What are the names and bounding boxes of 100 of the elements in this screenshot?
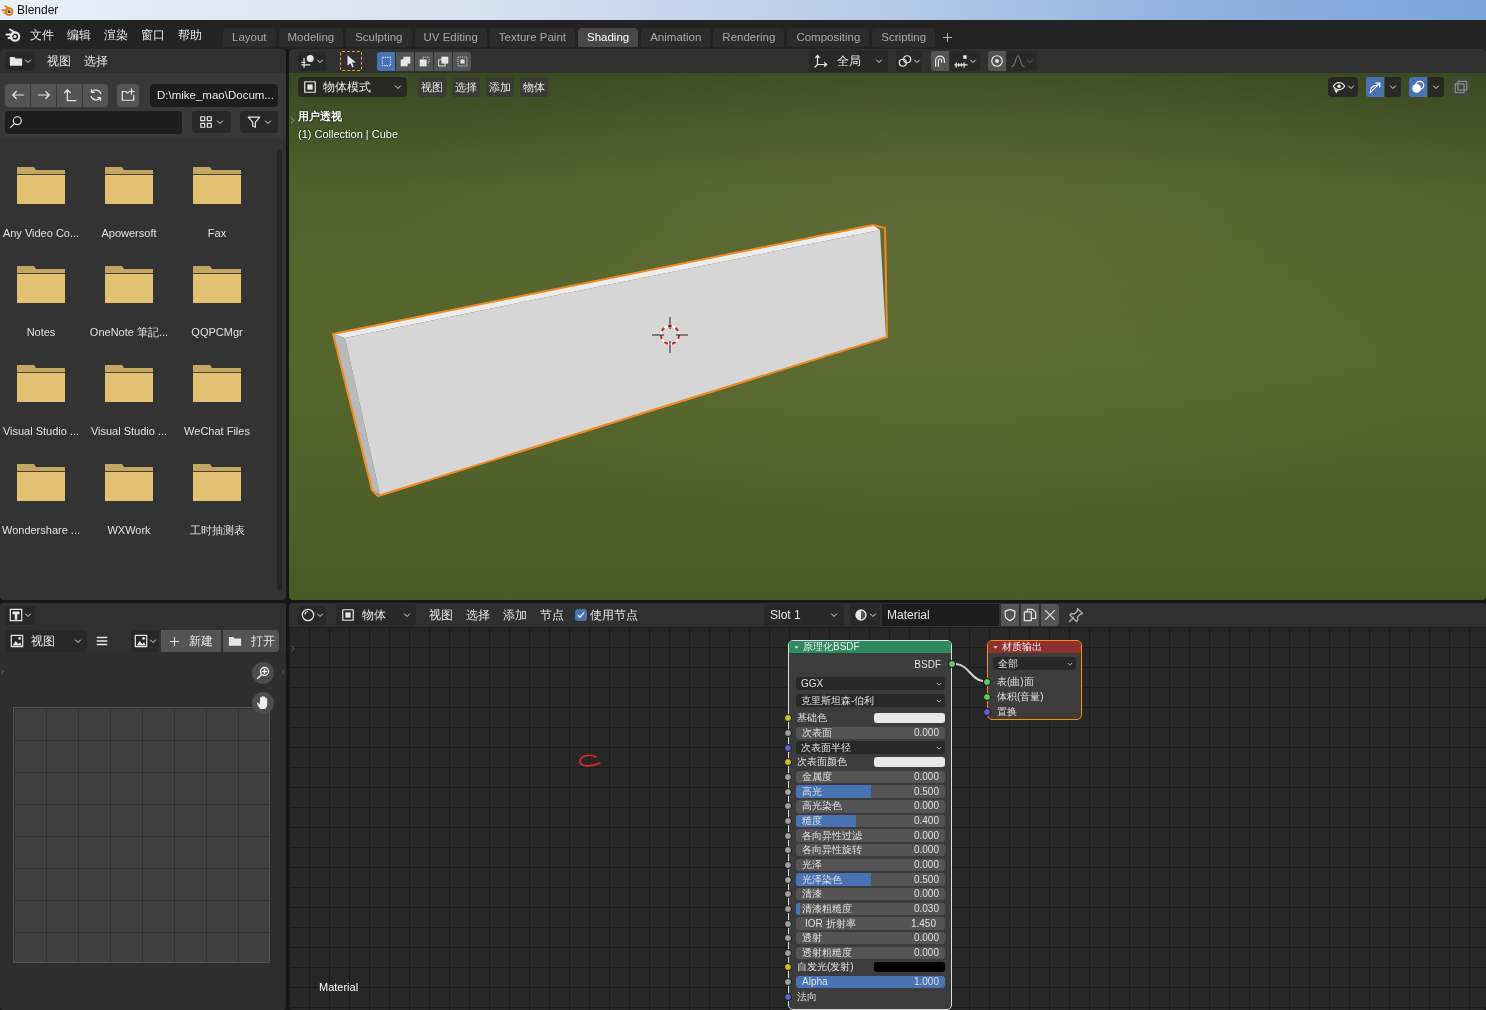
folder-name[interactable]: Apowersoft — [101, 226, 157, 240]
workspace-tab[interactable]: Rendering — [713, 28, 785, 47]
duplicate-button[interactable] — [1021, 604, 1039, 626]
sidebar-toggle-icon[interactable] — [0, 667, 5, 677]
folder-name[interactable]: Wondershare ... — [1, 523, 81, 537]
node-header[interactable]: 材质输出 — [988, 641, 1081, 653]
folder-name[interactable]: QQPCMgr — [191, 325, 243, 339]
workspace-tab[interactable]: Animation — [641, 28, 711, 47]
options-dropdown[interactable] — [1385, 77, 1401, 97]
input-socket-icon[interactable] — [784, 846, 792, 855]
display-mode-dropdown[interactable] — [192, 111, 231, 133]
pin-icon[interactable] — [1068, 607, 1084, 623]
slot-dropdown[interactable]: Slot 1 — [764, 604, 844, 626]
input-socket-icon[interactable] — [784, 787, 792, 796]
workspace-tab[interactable]: Sculpting — [346, 28, 412, 47]
folder-icon[interactable] — [17, 266, 65, 303]
material-browse-dropdown[interactable] — [850, 604, 880, 626]
menu-item[interactable]: 窗口 — [134, 24, 171, 45]
color-swatch-icon[interactable] — [874, 962, 945, 973]
mode-dropdown[interactable]: 物体模式 — [298, 77, 407, 97]
input-socket-icon[interactable] — [784, 802, 792, 811]
sidebar-toggle-icon[interactable] — [281, 667, 286, 677]
slider-field[interactable]: 清漆粗糙度 0.030 — [796, 902, 945, 916]
material-name-field[interactable]: Material — [882, 604, 999, 626]
zoom-in-icon[interactable] — [252, 662, 274, 684]
folder-name[interactable]: Visual Studio ... — [2, 424, 80, 438]
folder-icon[interactable] — [17, 464, 65, 501]
filter-dropdown[interactable] — [240, 111, 278, 133]
folder-name[interactable]: 工时抽测表 — [189, 523, 245, 537]
workspace-tab[interactable]: Shading — [578, 28, 639, 47]
output-socket-icon[interactable] — [948, 660, 956, 668]
slider-field[interactable]: 金属度 0.000 — [796, 770, 945, 784]
slider-field[interactable]: 各向异性旋转 0.000 — [796, 844, 945, 857]
display-toggle[interactable] — [1452, 77, 1470, 97]
editor-type-dropdown[interactable] — [298, 605, 326, 625]
input-socket-icon[interactable] — [784, 816, 792, 825]
hand-icon[interactable] — [252, 692, 274, 714]
slider-field[interactable]: 光泽 0.000 — [796, 858, 945, 872]
folder-name[interactable]: Any Video Co... — [2, 226, 80, 240]
menu-item[interactable]: 添加 — [496, 606, 533, 624]
subsurface-method-dropdown[interactable]: 克里斯坦森-伯利 — [796, 694, 945, 707]
input-socket-icon[interactable] — [784, 948, 792, 957]
workspace-tab[interactable]: Texture Paint — [489, 28, 575, 47]
folder-icon[interactable] — [105, 365, 153, 402]
folder-icon[interactable] — [105, 167, 153, 204]
slider-field[interactable]: 透射 0.000 — [796, 931, 945, 945]
folder-icon[interactable] — [193, 464, 241, 501]
menu-item[interactable]: 文件 — [23, 24, 60, 45]
menu-icon[interactable] — [95, 634, 109, 648]
folder-name[interactable]: WXWork — [107, 523, 151, 537]
slider-field[interactable]: 清漆 0.000 — [796, 887, 945, 901]
slider-field[interactable]: 透射粗糙度 0.000 — [796, 946, 945, 960]
snap-target-dropdown[interactable] — [950, 51, 980, 71]
distribution-dropdown[interactable]: GGX — [796, 677, 945, 690]
checkbox[interactable] — [575, 609, 587, 621]
back-button[interactable] — [5, 83, 30, 107]
number-field[interactable]: IOR 折射率 1.450 — [796, 917, 945, 930]
forward-button[interactable] — [31, 83, 56, 107]
menu-item[interactable]: 视图 — [422, 606, 459, 624]
node-header[interactable]: 原理化BSDF — [789, 641, 951, 653]
proportional-edit-toggle[interactable] — [988, 51, 1006, 71]
view-dropdown[interactable]: 视图 — [5, 630, 87, 652]
editor-type-dropdown[interactable] — [5, 51, 35, 71]
slider-field[interactable]: Alpha 1.000 — [796, 975, 945, 989]
input-socket-icon[interactable] — [784, 934, 792, 943]
input-socket-icon[interactable] — [784, 875, 792, 884]
menu-item[interactable]: 选择 — [77, 52, 114, 70]
select-tool-button[interactable] — [340, 51, 362, 71]
menu-button[interactable]: 选择 — [452, 77, 480, 97]
sidebar-toggle-icon[interactable] — [289, 115, 296, 126]
app-logo-icon[interactable] — [5, 26, 21, 43]
slider-field[interactable]: 糙度 0.400 — [796, 814, 945, 828]
menu-item[interactable]: 编辑 — [60, 24, 97, 45]
menu-button[interactable]: 视图 — [418, 77, 446, 97]
slider-field[interactable]: 各向异性过滤 0.000 — [796, 829, 945, 842]
menu-button[interactable]: 物体 — [520, 77, 548, 97]
slider-field[interactable]: 次表面 0.000 — [796, 726, 945, 740]
input-socket-icon[interactable] — [784, 860, 792, 869]
refresh-button[interactable] — [83, 83, 108, 107]
input-socket-icon[interactable] — [784, 919, 792, 928]
input-socket-icon[interactable] — [784, 714, 792, 723]
menu-item[interactable]: 视图 — [40, 52, 77, 70]
fake-user-button[interactable] — [1001, 604, 1019, 626]
color-swatch-icon[interactable] — [874, 713, 945, 724]
input-socket-icon[interactable] — [784, 831, 792, 840]
search-field[interactable] — [5, 110, 182, 134]
folder-icon[interactable] — [105, 464, 153, 501]
folder-icon[interactable] — [17, 167, 65, 204]
menu-item[interactable]: 节点 — [533, 606, 570, 624]
input-socket-icon[interactable] — [784, 992, 792, 1001]
path-field[interactable]: D:\mike_mao\Docum... — [150, 83, 278, 107]
slider-field[interactable]: 高光染色 0.000 — [796, 800, 945, 813]
input-socket-icon[interactable] — [784, 758, 792, 767]
menu-item[interactable]: 帮助 — [171, 24, 208, 45]
input-dropdown[interactable]: 次表面半径 — [796, 741, 945, 754]
folder-name[interactable]: Fax — [207, 226, 227, 240]
slider-field[interactable]: 高光 0.500 — [796, 785, 945, 798]
input-socket-icon[interactable] — [983, 707, 991, 716]
selection-mode-button[interactable] — [396, 51, 414, 71]
folder-icon[interactable] — [193, 167, 241, 204]
